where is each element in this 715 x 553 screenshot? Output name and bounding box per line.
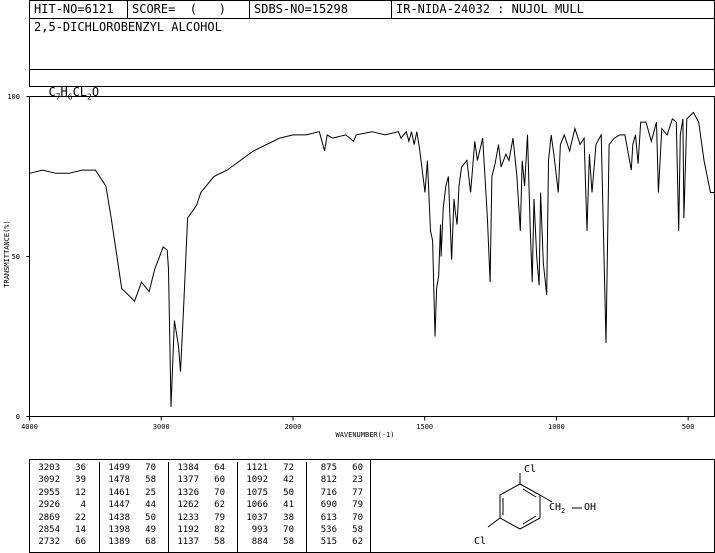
ch2-label: CH2 bbox=[549, 502, 566, 515]
oh-label: OH bbox=[584, 502, 597, 513]
cl-bottom-label: Cl bbox=[474, 536, 487, 547]
molecule-structure bbox=[487, 473, 582, 530]
cl-top-label: Cl bbox=[524, 464, 537, 475]
